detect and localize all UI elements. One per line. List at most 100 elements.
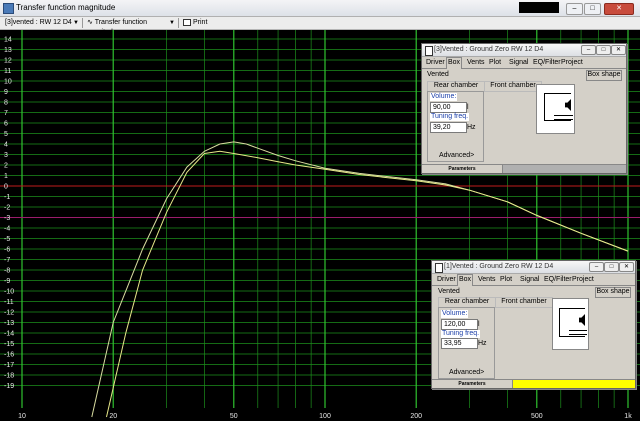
dialog-3-maximize-button[interactable]: □ — [596, 45, 611, 55]
chevron-down-icon: ▼ — [169, 20, 175, 26]
window-titlebar: Transfer function magnitude – □ ✕ — [0, 0, 640, 17]
chevron-down-icon: ▼ — [73, 20, 79, 26]
speaker-file-icon — [435, 263, 443, 273]
y-tick-label: 10 — [4, 79, 12, 86]
dialog-3-titlebar: [3]Vented : Ground Zero RW 12 D4 – □ ✕ — [422, 44, 626, 57]
status-indicator — [503, 165, 626, 173]
x-tick-label: 50 — [230, 413, 238, 420]
y-tick-label: -19 — [4, 383, 14, 390]
y-tick-label: 6 — [4, 121, 8, 128]
y-tick-label: -17 — [4, 362, 14, 369]
x-tick-label: 20 — [109, 413, 117, 420]
vent-line — [569, 334, 587, 335]
advanced-link[interactable]: Advanced> — [439, 152, 474, 159]
status-indicator — [513, 380, 635, 388]
box-shape-button[interactable]: Box shape — [595, 287, 631, 298]
front-chamber-tab[interactable]: Front chamber — [484, 81, 542, 92]
tab-plot[interactable]: Plot — [499, 275, 513, 284]
close-button[interactable]: ✕ — [604, 3, 634, 15]
y-tick-label: -16 — [4, 352, 14, 359]
y-tick-label: 12 — [4, 58, 12, 65]
dialog-1-minimize-button[interactable]: – — [589, 262, 604, 272]
tab-signal[interactable]: Signal — [519, 275, 540, 284]
tab-box[interactable]: Box — [446, 57, 463, 69]
dialog-1-title: [1]Vented : Ground Zero RW 12 D4 — [444, 263, 554, 270]
volume-input[interactable]: 120,00 — [441, 319, 478, 330]
dialog-3-title: [3]Vented : Ground Zero RW 12 D4 — [434, 46, 544, 53]
y-tick-label: 8 — [4, 100, 8, 107]
y-tick-label: 5 — [4, 131, 8, 138]
dialog-1-maximize-button[interactable]: □ — [604, 262, 619, 272]
y-tick-label: -1 — [4, 194, 10, 201]
tab-vents[interactable]: Vents — [466, 58, 486, 67]
vent-line — [554, 115, 573, 116]
minimize-button[interactable]: – — [566, 3, 583, 15]
tab-project[interactable]: Project — [560, 58, 584, 67]
dialog-3-statusbar: Parameters — [422, 164, 626, 173]
x-tick-label: 200 — [410, 413, 422, 420]
print-button[interactable]: Print — [180, 18, 210, 28]
tab-signal[interactable]: Signal — [508, 58, 529, 67]
tuning-label: Tuning freq. — [441, 330, 481, 338]
toolbar: [3]vented : RW 12 D4 ▼ ∿ Transfer functi… — [0, 17, 640, 45]
y-tick-label: -5 — [4, 236, 10, 243]
tuning-input[interactable]: 39,20 — [430, 122, 467, 133]
driver-select[interactable]: [3]vented : RW 12 D4 ▼ — [2, 18, 83, 28]
tab-plot[interactable]: Plot — [488, 58, 502, 67]
dialog-1-tabs: Driver Box Vents Plot Signal EQ/Filter P… — [432, 274, 635, 286]
y-tick-label: 7 — [4, 110, 8, 117]
x-tick-label: 1k — [624, 413, 632, 420]
box-diagram — [552, 298, 589, 350]
vent-line — [569, 330, 587, 331]
vented-box-dialog-1: [1]Vented : Ground Zero RW 12 D4 – □ ✕ D… — [431, 260, 636, 389]
tab-driver[interactable]: Driver — [436, 275, 457, 284]
y-tick-label: -15 — [4, 341, 14, 348]
tab-eq-filter[interactable]: EQ/Filter — [543, 275, 573, 284]
title-dark-panel — [519, 2, 559, 13]
dialog-3-close-button[interactable]: ✕ — [611, 45, 626, 55]
vented-box-dialog-3: [3]Vented : Ground Zero RW 12 D4 – □ ✕ D… — [421, 43, 627, 174]
tab-driver[interactable]: Driver — [425, 58, 446, 67]
y-tick-label: -6 — [4, 247, 10, 254]
y-tick-label: 11 — [4, 68, 11, 75]
box-shape-button[interactable]: Box shape — [586, 70, 622, 81]
y-tick-label: 9 — [4, 89, 8, 96]
y-tick-label: -13 — [4, 320, 14, 327]
y-tick-label: 0 — [4, 184, 8, 191]
print-label: Print — [193, 19, 208, 26]
driver-select-value: [3]vented : RW 12 D4 — [5, 19, 72, 26]
x-axis-labels: 10 20 50 100 200 500 1k — [18, 413, 632, 420]
tuning-unit: Hz — [467, 124, 476, 131]
x-tick-label: 100 — [319, 413, 331, 420]
status-parameters: Parameters — [432, 380, 513, 388]
tab-vents[interactable]: Vents — [477, 275, 497, 284]
y-tick-label: -8 — [4, 268, 10, 275]
tab-project[interactable]: Project — [571, 275, 595, 284]
printer-icon — [183, 18, 191, 26]
speaker-file-icon — [425, 46, 433, 56]
front-chamber-tab[interactable]: Front chamber — [495, 297, 553, 308]
volume-label: Volume: — [430, 93, 458, 101]
advanced-link[interactable]: Advanced> — [449, 369, 484, 376]
dialog-1-close-button[interactable]: ✕ — [619, 262, 634, 272]
tab-box[interactable]: Box — [457, 274, 474, 286]
tuning-input[interactable]: 33,95 — [441, 338, 478, 349]
y-tick-label: 13 — [4, 47, 12, 54]
box-type-label: Vented — [427, 71, 449, 78]
y-tick-label: -9 — [4, 278, 10, 285]
volume-input[interactable]: 90,00 — [430, 102, 467, 113]
tab-eq-filter[interactable]: EQ/Filter — [532, 58, 562, 67]
y-tick-label: 4 — [4, 142, 8, 149]
volume-label: Volume: — [441, 310, 469, 318]
dialog-1-titlebar: [1]Vented : Ground Zero RW 12 D4 – □ ✕ — [432, 261, 635, 274]
y-tick-label: 3 — [4, 152, 8, 159]
wave-icon: ∿ — [87, 19, 93, 26]
dialog-3-minimize-button[interactable]: – — [581, 45, 596, 55]
dialog-3-tabs: Driver Box Vents Plot Signal EQ/Filter P… — [422, 57, 626, 69]
dialog-1-statusbar: Parameters — [432, 379, 635, 388]
view-select[interactable]: ∿ Transfer function magnitude ▼ — [84, 18, 179, 36]
y-tick-label: -3 — [4, 215, 10, 222]
maximize-button[interactable]: □ — [584, 3, 601, 15]
y-tick-label: 2 — [4, 163, 8, 170]
box-outline — [559, 308, 585, 337]
